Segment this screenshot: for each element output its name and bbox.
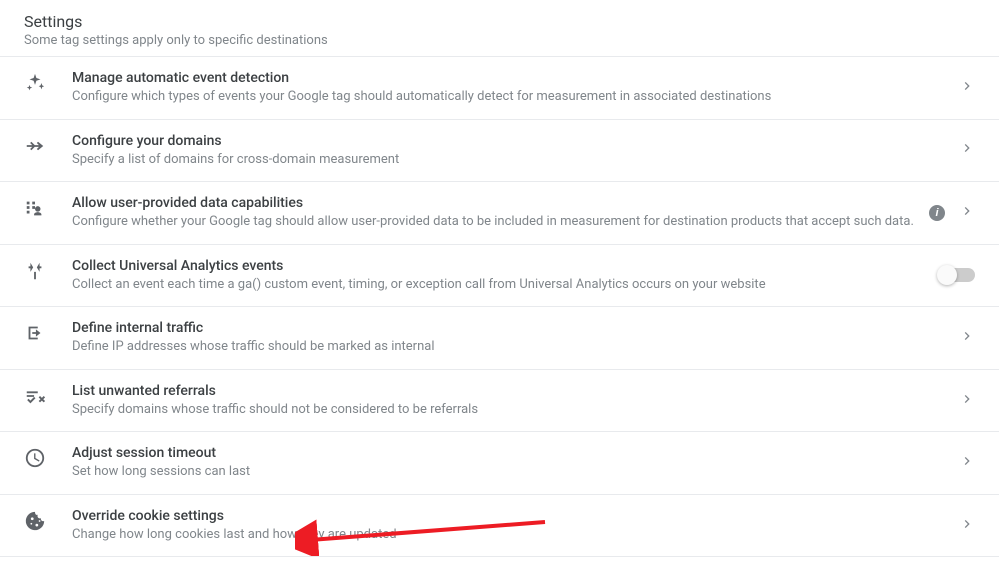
setting-row-collect-ua-events[interactable]: Collect Universal Analytics events Colle… [0, 245, 999, 308]
setting-row-automatic-event-detection[interactable]: Manage automatic event detection Configu… [0, 57, 999, 120]
setting-desc: Collect an event each time a ga() custom… [72, 276, 927, 294]
row-controls [959, 453, 975, 473]
setting-desc: Specify domains whose traffic should not… [72, 401, 947, 419]
setting-text: List unwanted referrals Specify domains … [72, 383, 959, 419]
setting-text: Configure your domains Specify a list of… [72, 133, 959, 169]
clock-icon [24, 445, 72, 469]
setting-row-session-timeout[interactable]: Adjust session timeout Set how long sess… [0, 432, 999, 495]
sparkle-icon [24, 70, 72, 94]
row-controls [959, 78, 975, 98]
setting-desc: Specify a list of domains for cross-doma… [72, 151, 947, 169]
setting-desc: Change how long cookies last and how the… [72, 526, 947, 544]
setting-row-unwanted-referrals[interactable]: List unwanted referrals Specify domains … [0, 370, 999, 433]
row-controls [959, 328, 975, 348]
setting-row-user-provided-data[interactable]: Allow user-provided data capabilities Co… [0, 182, 999, 245]
fork-icon [24, 258, 72, 282]
setting-title: Override cookie settings [72, 508, 947, 524]
chevron-right-icon [959, 453, 975, 473]
setting-text: Manage automatic event detection Configu… [72, 70, 959, 106]
setting-desc: Configure which types of events your Goo… [72, 88, 947, 106]
settings-list: Manage automatic event detection Configu… [0, 56, 999, 557]
user-data-icon [24, 195, 72, 219]
row-controls [959, 140, 975, 160]
page-subtitle: Some tag settings apply only to specific… [24, 33, 975, 48]
setting-title: Configure your domains [72, 133, 947, 149]
chevron-right-icon [959, 140, 975, 160]
setting-row-configure-domains[interactable]: Configure your domains Specify a list of… [0, 120, 999, 183]
setting-title: Define internal traffic [72, 320, 947, 336]
chevron-right-icon [959, 203, 975, 223]
info-icon[interactable]: i [929, 205, 945, 221]
chevron-right-icon [959, 391, 975, 411]
setting-title: Allow user-provided data capabilities [72, 195, 917, 211]
collect-ua-toggle[interactable] [939, 268, 975, 282]
chevron-right-icon [959, 328, 975, 348]
chevron-right-icon [959, 516, 975, 536]
setting-desc: Set how long sessions can last [72, 463, 947, 481]
setting-title: Collect Universal Analytics events [72, 258, 927, 274]
setting-text: Define internal traffic Define IP addres… [72, 320, 959, 356]
setting-desc: Define IP addresses whose traffic should… [72, 338, 947, 356]
setting-row-internal-traffic[interactable]: Define internal traffic Define IP addres… [0, 307, 999, 370]
setting-text: Collect Universal Analytics events Colle… [72, 258, 939, 294]
box-arrow-icon [24, 320, 72, 344]
setting-title: List unwanted referrals [72, 383, 947, 399]
setting-text: Adjust session timeout Set how long sess… [72, 445, 959, 481]
row-controls [959, 391, 975, 411]
merge-arrows-icon [24, 133, 72, 157]
row-controls [959, 516, 975, 536]
row-controls [939, 268, 975, 282]
setting-desc: Configure whether your Google tag should… [72, 213, 917, 231]
settings-header: Settings Some tag settings apply only to… [0, 0, 999, 56]
setting-text: Override cookie settings Change how long… [72, 508, 959, 544]
page-title: Settings [24, 12, 975, 31]
filter-remove-icon [24, 383, 72, 407]
chevron-right-icon [959, 78, 975, 98]
setting-text: Allow user-provided data capabilities Co… [72, 195, 929, 231]
setting-title: Adjust session timeout [72, 445, 947, 461]
cookie-icon [24, 508, 72, 532]
setting-title: Manage automatic event detection [72, 70, 947, 86]
setting-row-override-cookie-settings[interactable]: Override cookie settings Change how long… [0, 495, 999, 558]
row-controls: i [929, 203, 975, 223]
